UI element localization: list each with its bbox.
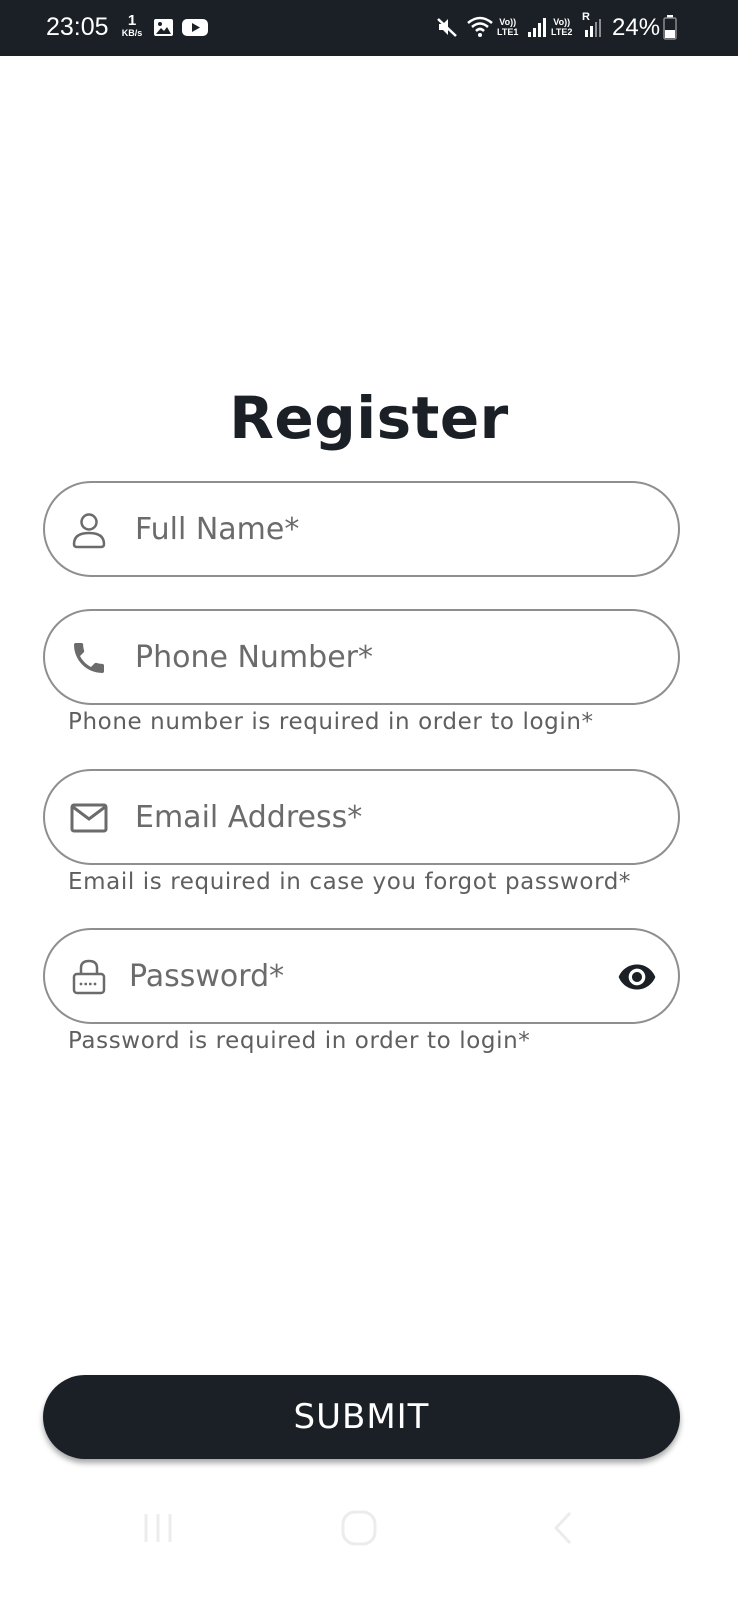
email-field[interactable] [43,769,680,865]
back-icon[interactable] [544,1508,584,1548]
gallery-icon [154,19,173,36]
phone-field[interactable] [43,609,680,705]
status-time: 23:05 [46,13,109,41]
email-helper-text: Email is required in case you forgot pas… [68,869,632,895]
password-field[interactable] [43,928,680,1024]
youtube-icon [182,19,208,36]
sim1-lte: LTE1 [497,27,519,37]
battery-percent: 24% [612,14,661,41]
submit-button[interactable]: SUBMIT [43,1375,680,1459]
sim1-network: Vo)) LTE1 [497,17,518,37]
email-input[interactable] [135,787,655,847]
phone-input[interactable] [135,627,655,687]
user-icon [72,513,106,549]
password-helper-text: Password is required in order to login* [68,1028,531,1054]
net-speed: 1 KB/s [118,13,146,38]
phone-icon [74,643,104,673]
lock-icon [72,959,106,995]
sim2-lte: LTE2 [551,27,573,37]
status-bar: 23:05 1 KB/s Vo)) LTE1 Vo)) LTE2 R 24% [0,0,738,56]
page-title: Register [229,384,509,452]
wifi-icon [467,16,493,37]
eye-icon[interactable] [616,957,658,997]
sim1-volte: Vo)) [499,17,517,27]
mail-icon [70,803,108,833]
phone-helper-text: Phone number is required in order to log… [68,709,594,735]
signal-icon [585,19,601,37]
navigation-bar [0,1490,738,1560]
home-icon[interactable] [339,1508,379,1548]
sim2-network: Vo)) LTE2 [551,17,572,37]
recents-icon[interactable] [138,1508,178,1548]
net-speed-unit: KB/s [121,28,143,38]
net-speed-value: 1 [127,12,137,29]
sim2-volte: Vo)) [553,17,571,27]
full-name-field[interactable] [43,481,680,577]
full-name-input[interactable] [135,499,655,559]
battery-icon [663,15,677,40]
password-input[interactable] [129,946,589,1006]
signal-icon [528,18,546,37]
mute-icon [437,18,457,37]
